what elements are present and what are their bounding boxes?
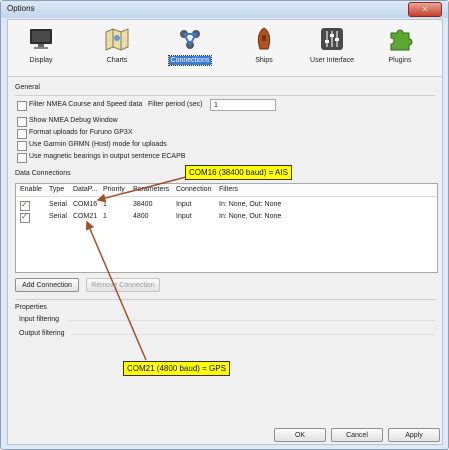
ais-arrow bbox=[96, 176, 187, 203]
gps-callout: COM21 (4800 baud) = GPS bbox=[123, 361, 230, 376]
ais-callout: COM16 (38400 baud) = AIS bbox=[185, 165, 292, 180]
annotation-arrows bbox=[85, 176, 187, 361]
gps-arrow bbox=[85, 220, 147, 361]
